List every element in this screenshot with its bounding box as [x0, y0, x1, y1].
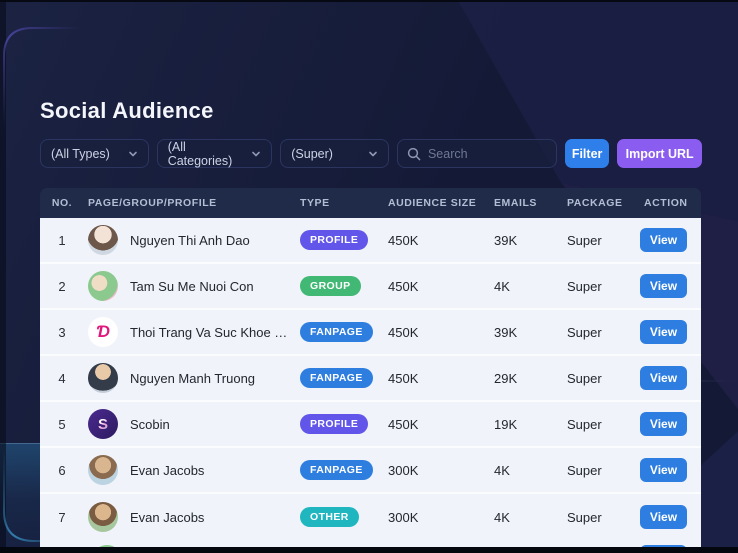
top-edge-bar — [0, 0, 738, 2]
audience-size-value: 450K — [388, 278, 419, 294]
search-input[interactable] — [427, 146, 547, 161]
column-header-package: PACKAGE — [567, 197, 623, 209]
search-box[interactable] — [396, 139, 557, 168]
audience-table: NO. PAGE/GROUP/PROFILE TYPE AUDIENCE SIZ… — [40, 188, 701, 547]
avatar — [88, 363, 118, 393]
type-badge: PROFILE — [300, 230, 369, 250]
type-badge: FANPAGE — [300, 368, 373, 388]
types-dropdown[interactable]: (All Types) — [40, 139, 149, 168]
types-dropdown-value: (All Types) — [51, 146, 110, 161]
logo-misa-icon: Ɗ — [88, 317, 118, 347]
view-button[interactable]: View — [640, 458, 687, 482]
audience-size-value: 450K — [388, 370, 419, 386]
search-icon — [407, 147, 421, 160]
audience-size-value: 300K — [388, 462, 419, 478]
chevron-down-icon — [369, 151, 377, 156]
profile-name: Evan Jacobs — [130, 509, 205, 525]
row-number: 1 — [58, 232, 66, 248]
profile-name: Thoi Trang Va Suc Khoe Misa — [130, 324, 296, 340]
type-badge: OTHER — [300, 507, 359, 527]
table-row-partial — [40, 540, 701, 547]
type-badge: PROFILE — [300, 414, 369, 434]
column-header-type: TYPE — [300, 197, 330, 209]
emails-value: 39K — [494, 324, 518, 340]
row-number: 5 — [58, 416, 66, 432]
column-header-audience: AUDIENCE SIZE — [388, 197, 477, 209]
row-number: 7 — [58, 509, 66, 525]
package-dropdown-value: (Super) — [291, 146, 333, 161]
emails-value: 4K — [494, 278, 510, 294]
avatar — [88, 502, 118, 532]
package-value: Super — [567, 278, 602, 294]
package-value: Super — [567, 232, 602, 248]
logo-scobin-icon: S — [88, 409, 118, 439]
view-button[interactable]: View — [640, 274, 687, 298]
profile-name: Tam Su Me Nuoi Con — [130, 278, 254, 294]
emails-value: 29K — [494, 370, 518, 386]
table-row: 2 Tam Su Me Nuoi Con GROUP 450K 4K Super… — [40, 264, 701, 310]
row-number: 6 — [58, 462, 66, 478]
page-title: Social Audience — [40, 98, 214, 123]
view-button[interactable]: View — [640, 412, 687, 436]
type-badge: FANPAGE — [300, 322, 373, 342]
table-header-row: NO. PAGE/GROUP/PROFILE TYPE AUDIENCE SIZ… — [40, 188, 701, 218]
row-number: 3 — [58, 324, 66, 340]
filter-toolbar: (All Types) (All Categories) (Super) Fil… — [40, 139, 702, 168]
profile-name: Nguyen Manh Truong — [130, 370, 256, 386]
row-number: 2 — [58, 278, 66, 294]
column-header-no: NO. — [51, 197, 73, 209]
chevron-down-icon — [128, 151, 137, 156]
column-header-profile: PAGE/GROUP/PROFILE — [88, 197, 217, 209]
profile-name: Nguyen Thi Anh Dao — [130, 232, 250, 248]
view-button[interactable]: View — [640, 505, 687, 529]
chevron-down-icon — [252, 151, 261, 156]
view-button[interactable]: View — [640, 366, 687, 390]
emails-value: 4K — [494, 509, 510, 525]
table-row: 5 S Scobin PROFILE 450K 19K Super View — [40, 402, 701, 448]
emails-value: 19K — [494, 416, 518, 432]
column-header-emails: EMAILS — [494, 197, 537, 209]
type-badge: FANPAGE — [300, 460, 373, 480]
table-body: 1 Nguyen Thi Anh Dao PROFILE 450K 39K Su… — [40, 218, 701, 540]
column-header-action: ACTION — [644, 197, 688, 209]
audience-size-value: 300K — [388, 509, 419, 525]
table-row: 1 Nguyen Thi Anh Dao PROFILE 450K 39K Su… — [40, 218, 701, 264]
audience-size-value: 450K — [388, 232, 419, 248]
audience-size-value: 450K — [388, 416, 419, 432]
package-value: Super — [567, 509, 602, 525]
package-value: Super — [567, 462, 602, 478]
emails-value: 39K — [494, 232, 518, 248]
avatar — [88, 455, 118, 485]
emails-value: 4K — [494, 462, 510, 478]
package-value: Super — [567, 324, 602, 340]
bottom-edge-bar — [0, 547, 738, 553]
package-value: Super — [567, 370, 602, 386]
profile-name: Scobin — [130, 416, 170, 432]
table-row: 7 Evan Jacobs OTHER 300K 4K Super View — [40, 494, 701, 540]
table-row: 6 Evan Jacobs FANPAGE 300K 4K Super View — [40, 448, 701, 494]
table-row: 4 Nguyen Manh Truong FANPAGE 450K 29K Su… — [40, 356, 701, 402]
package-value: Super — [567, 416, 602, 432]
package-dropdown[interactable]: (Super) — [280, 139, 389, 168]
filter-button[interactable]: Filter — [564, 139, 610, 168]
import-url-button[interactable]: Import URL — [617, 139, 702, 168]
categories-dropdown[interactable]: (All Categories) — [156, 139, 273, 168]
audience-size-value: 450K — [388, 324, 419, 340]
background-left-edge — [0, 0, 6, 553]
profile-name: Evan Jacobs — [130, 462, 205, 478]
avatar — [88, 271, 118, 301]
view-button[interactable]: View — [640, 228, 687, 252]
table-row: 3 Ɗ Thoi Trang Va Suc Khoe Misa FANPAGE … — [40, 310, 701, 356]
categories-dropdown-value: (All Categories) — [167, 139, 233, 168]
type-badge: GROUP — [300, 276, 361, 296]
view-button[interactable]: View — [640, 320, 687, 344]
row-number: 4 — [58, 370, 66, 386]
avatar — [88, 225, 118, 255]
